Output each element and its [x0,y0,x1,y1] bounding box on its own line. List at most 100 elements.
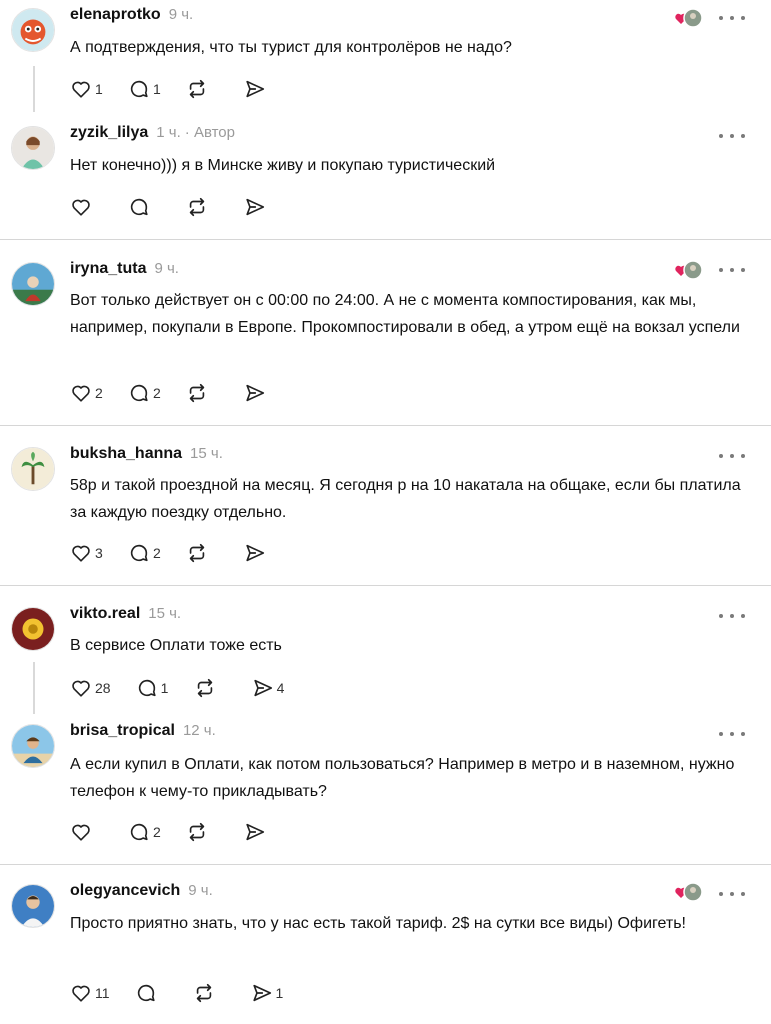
avatar[interactable] [11,884,55,928]
like-button[interactable]: 28 [70,677,111,699]
username[interactable]: olegyancevich [70,882,180,900]
more-options-icon[interactable] [719,449,745,463]
more-options-icon[interactable] [719,263,745,277]
thread-line [33,662,35,714]
action-bar: 3 2 [70,540,302,566]
username[interactable]: brisa_tropical [70,722,175,740]
heart-icon [72,824,90,841]
comment-icon [138,679,156,697]
share-button[interactable] [244,382,277,404]
repost-button[interactable] [186,821,219,843]
reply-button[interactable]: 2 [128,382,161,404]
like-button[interactable] [70,821,103,843]
reply-button[interactable] [135,982,168,1004]
repost-button[interactable] [194,677,227,699]
repost-button[interactable] [193,982,226,1004]
repost-button[interactable] [186,196,219,218]
username[interactable]: buksha_hanna [70,445,182,463]
avatar[interactable] [11,8,55,52]
repost-button[interactable] [186,78,219,100]
like-button[interactable]: 11 [70,982,110,1004]
post-header: olegyancevich 9 ч. [70,882,213,904]
reply-button[interactable]: 2 [128,542,161,564]
reply-button[interactable]: 1 [128,78,161,100]
avatar[interactable] [11,607,55,651]
timestamp[interactable]: 9 ч. [154,260,179,277]
post-text: В сервисе Оплати тоже есть [70,637,282,654]
action-bar [70,194,302,220]
heart-icon [72,199,90,216]
post-text: 58р и такой проездной на месяц. Я сегодн… [70,477,741,521]
post-text: А подтверждения, что ты турист для контр… [70,39,512,56]
timestamp[interactable]: 9 ч. [169,6,194,23]
like-count: 3 [95,545,103,561]
repost-button[interactable] [186,542,219,564]
share-button[interactable]: 1 [251,982,284,1004]
timestamp[interactable]: 15 ч. [190,445,223,462]
author-badge: · Автор [184,124,235,141]
timestamp[interactable]: 15 ч. [148,605,181,622]
share-button[interactable] [244,196,277,218]
send-icon [246,384,265,402]
liked-by-author-icon [673,881,705,903]
heart-icon [72,680,90,697]
username[interactable]: zyzik_lilya [70,124,148,142]
share-button[interactable] [244,78,277,100]
liked-by-author-icon [673,7,705,29]
comment-icon [130,544,148,562]
action-bar: 28 1 4 [70,675,310,701]
repost-button[interactable] [186,382,219,404]
share-button[interactable] [244,821,277,843]
timestamp[interactable]: 1 ч. [156,124,181,141]
send-icon [246,198,265,216]
username[interactable]: iryna_tuta [70,260,146,278]
reply-count: 2 [153,824,161,840]
like-count: 1 [95,81,103,97]
reply-button[interactable]: 1 [136,677,169,699]
like-button[interactable] [70,196,103,218]
post-text: Вот только действует он с 00:00 по 24:00… [70,292,740,336]
like-button[interactable]: 2 [70,382,103,404]
send-icon [253,679,272,697]
like-count: 11 [95,985,110,1001]
liked-by-author-icon [673,259,705,281]
avatar[interactable] [11,126,55,170]
more-options-icon[interactable] [719,129,745,143]
comment-icon [130,823,148,841]
more-options-icon[interactable] [719,887,745,901]
avatar[interactable] [11,262,55,306]
repost-icon [196,983,211,1003]
username[interactable]: vikto.real [70,605,140,623]
avatar[interactable] [11,447,55,491]
reply-count: 1 [153,81,161,97]
share-count: 1 [275,985,284,1001]
separator [0,425,771,426]
heart-icon [72,985,90,1002]
repost-icon [189,543,205,563]
reply-button[interactable] [128,196,161,218]
share-button[interactable] [244,542,277,564]
reply-button[interactable]: 2 [128,821,161,843]
avatar[interactable] [11,724,55,768]
like-button[interactable]: 1 [70,78,103,100]
username[interactable]: elenaprotko [70,6,161,24]
repost-icon [189,79,205,99]
action-bar: 2 [70,819,302,845]
comment-icon [130,80,148,98]
more-options-icon[interactable] [719,609,745,623]
more-options-icon[interactable] [719,11,745,25]
reply-count: 2 [153,545,161,561]
share-button[interactable]: 4 [252,677,285,699]
like-button[interactable]: 3 [70,542,103,564]
send-icon [246,544,265,562]
comment-icon [130,384,148,402]
post-text: Просто приятно знать, что у нас есть так… [70,915,686,932]
repost-icon [189,197,205,217]
like-count: 2 [95,385,103,401]
timestamp[interactable]: 9 ч. [188,882,213,899]
heart-icon [72,545,90,562]
separator [0,864,771,865]
more-options-icon[interactable] [719,727,745,741]
timestamp[interactable]: 12 ч. [183,722,216,739]
heart-icon [72,385,90,402]
